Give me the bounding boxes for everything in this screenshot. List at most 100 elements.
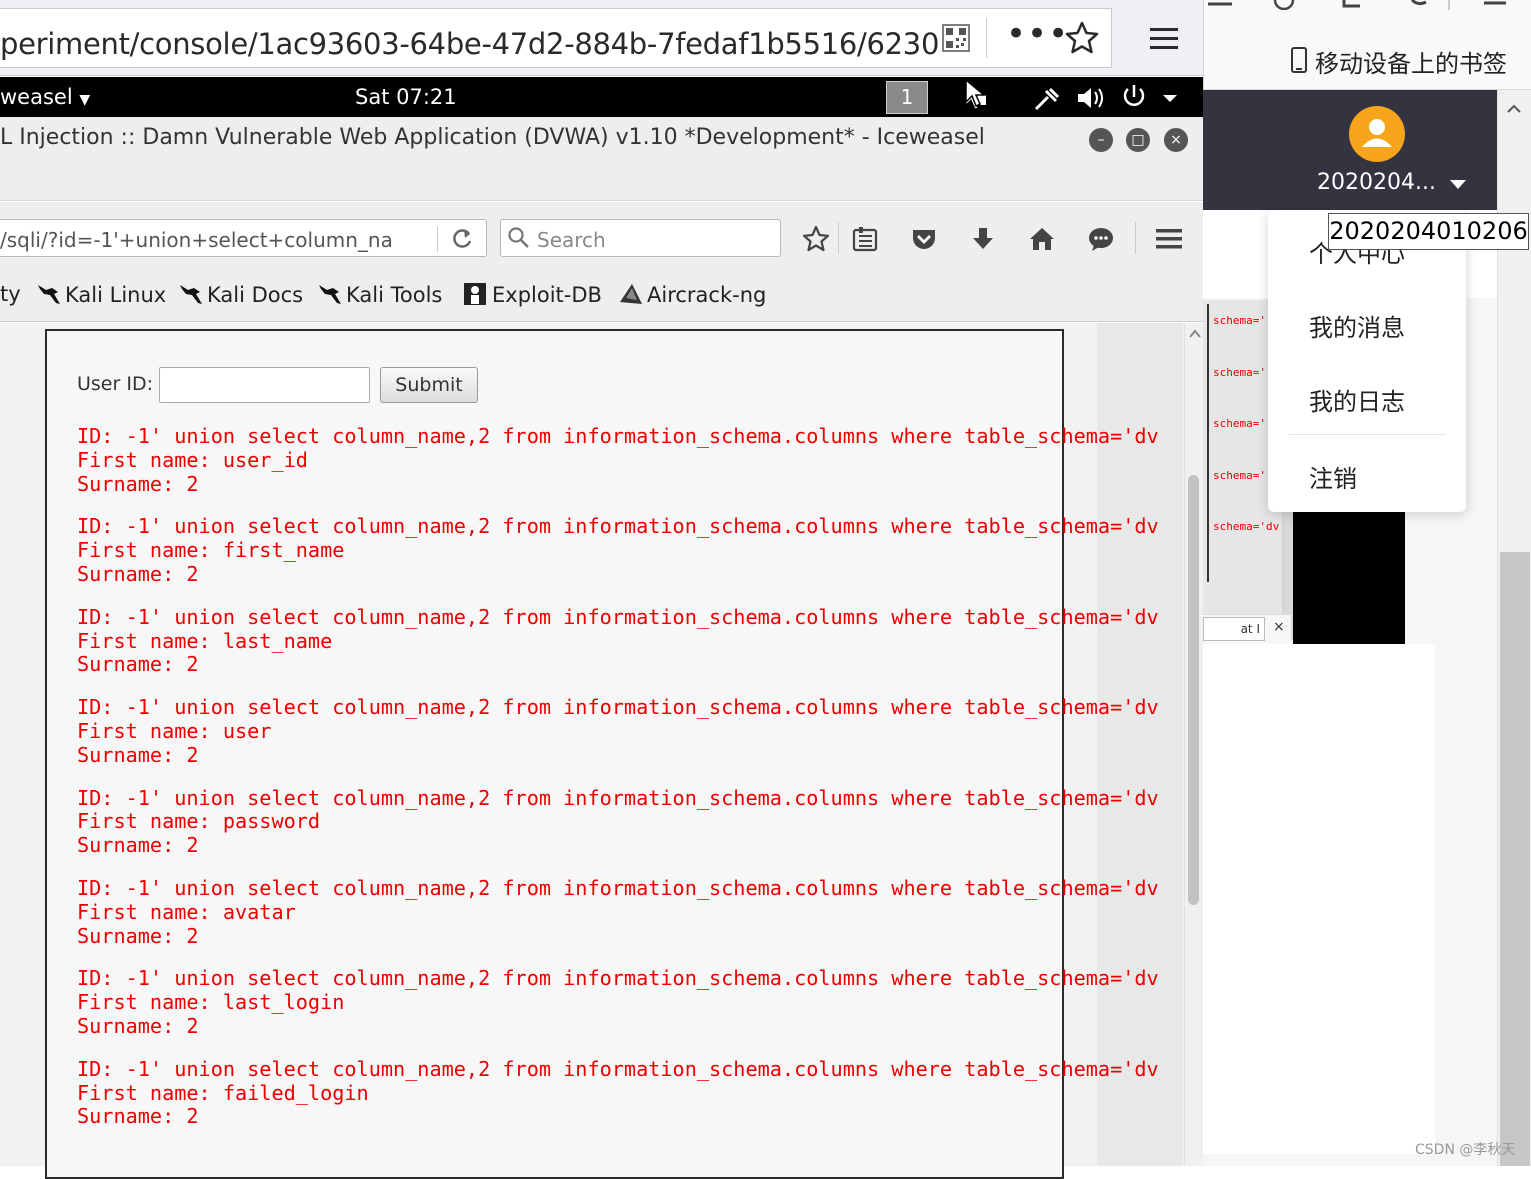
result-first-name: First name: user xyxy=(77,718,272,743)
snippet-text: schema='dv xyxy=(1213,520,1280,533)
search-placeholder: Search xyxy=(537,228,606,252)
result-id: ID: -1' union select column_name,2 from … xyxy=(77,425,1159,448)
pocket-icon[interactable] xyxy=(909,224,939,254)
hamburger-menu-icon[interactable] xyxy=(1154,224,1184,254)
maximize-icon[interactable]: □ xyxy=(1126,128,1150,152)
result-block: ID: -1' union select column_name,2 from … xyxy=(77,515,1182,586)
menu-item-logs[interactable]: 我的日志 xyxy=(1309,382,1405,417)
toolbar-divider xyxy=(986,18,987,58)
sqli-results: ID: -1' union select column_name,2 from … xyxy=(77,425,1182,1165)
kali-top-panel: weasel ▼ Sat 07:21 1 xyxy=(0,77,1203,117)
result-surname: Surname: 2 xyxy=(77,833,199,858)
bookmark-label: Kali Linux xyxy=(65,283,167,307)
menu-item-logout[interactable]: 注销 xyxy=(1309,459,1357,494)
aircrack-icon xyxy=(620,284,642,304)
menu-item-messages[interactable]: 我的消息 xyxy=(1309,308,1405,343)
download-icon[interactable] xyxy=(968,224,998,254)
result-surname: Surname: 2 xyxy=(77,1013,199,1038)
search-input[interactable]: Search xyxy=(500,219,781,257)
result-first-name: First name: last_name xyxy=(77,628,333,653)
result-block: ID: -1' union select column_name,2 from … xyxy=(77,425,1182,496)
bookmark-label: Aircrack-ng xyxy=(647,283,767,307)
bookmark-exploit-db[interactable]: Exploit-DB xyxy=(463,282,602,307)
dark-panel xyxy=(1293,512,1405,644)
eyedropper-icon xyxy=(1034,87,1060,111)
caret-down-icon[interactable] xyxy=(1450,180,1466,189)
result-block: ID: -1' union select column_name,2 from … xyxy=(77,696,1182,767)
home-icon[interactable] xyxy=(1027,224,1057,254)
close-icon[interactable]: × xyxy=(1273,619,1285,635)
mobile-device-icon xyxy=(1291,47,1307,73)
kali-dragon-icon xyxy=(38,285,60,304)
workspace-indicator[interactable]: 1 xyxy=(886,81,928,114)
user-id-label: User ID: xyxy=(77,373,153,395)
minimize-icon[interactable]: – xyxy=(1089,128,1113,152)
result-surname: Surname: 2 xyxy=(77,652,199,677)
exploit-db-icon xyxy=(464,283,486,305)
window-title: L Injection :: Damn Vulnerable Web Appli… xyxy=(0,125,985,150)
qr-code-icon[interactable] xyxy=(942,24,970,52)
chevron-down-icon: ▼ xyxy=(79,92,91,108)
chat-icon[interactable] xyxy=(1086,224,1116,254)
bookmark-item[interactable]: ty xyxy=(0,282,21,306)
vertical-scrollbar[interactable] xyxy=(1184,323,1203,1166)
reload-icon[interactable] xyxy=(449,226,475,252)
volume-icon xyxy=(1078,88,1103,108)
snippet-text: schema=' xyxy=(1213,417,1266,430)
bookmark-kali-docs[interactable]: Kali Docs xyxy=(178,282,303,307)
host-toolbar: periment/console/1ac93603-64be-47d2-884b… xyxy=(0,0,1203,76)
result-first-name: First name: password xyxy=(77,809,321,834)
chevron-down-icon xyxy=(1163,95,1177,102)
bookmark-kali-linux[interactable]: Kali Linux xyxy=(36,282,166,307)
url-bar[interactable]: /sqli/?id=-1'+union+select+column_na xyxy=(0,219,487,257)
host-url-text[interactable]: periment/console/1ac93603-64be-47d2-884b… xyxy=(0,27,940,61)
user-id-input[interactable] xyxy=(159,367,370,403)
bookmarks-library-icon[interactable] xyxy=(850,224,880,254)
bookmark-star-icon[interactable] xyxy=(801,224,831,254)
result-block: ID: -1' union select column_name,2 from … xyxy=(77,1058,1182,1129)
chevron-up-icon[interactable] xyxy=(1188,327,1202,341)
search-icon xyxy=(508,227,529,248)
close-icon[interactable]: × xyxy=(1164,128,1188,152)
result-first-name: First name: first_name xyxy=(77,538,345,563)
result-block: ID: -1' union select column_name,2 from … xyxy=(77,606,1182,677)
clock[interactable]: Sat 07:21 xyxy=(355,85,457,109)
submit-button[interactable]: Submit xyxy=(380,367,478,403)
share-button[interactable]: at I Share xyxy=(1203,617,1265,658)
result-id: ID: -1' union select column_name,2 from … xyxy=(77,515,1159,539)
hamburger-menu-icon[interactable] xyxy=(1148,24,1180,54)
url-text[interactable]: /sqli/?id=-1'+union+select+column_na xyxy=(0,228,430,252)
result-block: ID: -1' union select column_name,2 from … xyxy=(77,877,1182,948)
scrollbar-thumb[interactable] xyxy=(1188,475,1199,905)
result-first-name: First name: avatar xyxy=(77,899,296,924)
snippet-text: schema=' xyxy=(1213,366,1266,379)
system-tray xyxy=(965,81,1177,111)
chevron-up-icon[interactable] xyxy=(1505,100,1523,118)
username[interactable]: 2020204... xyxy=(1317,170,1436,195)
result-surname: Surname: 2 xyxy=(77,561,199,586)
bookmark-label: Kali Tools xyxy=(346,283,443,307)
result-surname: Surname: 2 xyxy=(77,1104,199,1129)
bookmark-label: ty xyxy=(0,282,21,306)
user-icon xyxy=(1362,119,1392,147)
result-id: ID: -1' union select column_name,2 from … xyxy=(77,786,1159,810)
result-id: ID: -1' union select column_name,2 from … xyxy=(77,876,1159,900)
bookmark-star-icon[interactable] xyxy=(1064,20,1100,56)
csdn-watermark: CSDN @李秋天 xyxy=(1415,1142,1516,1158)
result-id: ID: -1' union select column_name,2 from … xyxy=(77,967,1159,991)
scrollbar-thumb[interactable] xyxy=(1500,552,1530,1166)
result-first-name: First name: last_login xyxy=(77,990,345,1015)
mouse-cursor-icon xyxy=(965,78,987,108)
kali-dragon-icon xyxy=(180,285,202,304)
result-surname: Surname: 2 xyxy=(77,742,199,767)
content-panel xyxy=(1203,644,1435,1154)
url-divider xyxy=(437,226,438,252)
result-surname: Surname: 2 xyxy=(77,923,199,948)
page-actions-icon[interactable]: ••• xyxy=(1006,14,1069,54)
app-menu[interactable]: weasel ▼ xyxy=(0,85,90,109)
bookmark-aircrack-ng[interactable]: Aircrack-ng xyxy=(618,282,766,307)
mobile-bookmarks-link[interactable]: 移动设备上的书签 xyxy=(1315,44,1507,79)
bookmark-kali-tools[interactable]: Kali Tools xyxy=(317,282,442,307)
screenshot-border xyxy=(1207,304,1209,582)
avatar[interactable] xyxy=(1349,106,1405,162)
